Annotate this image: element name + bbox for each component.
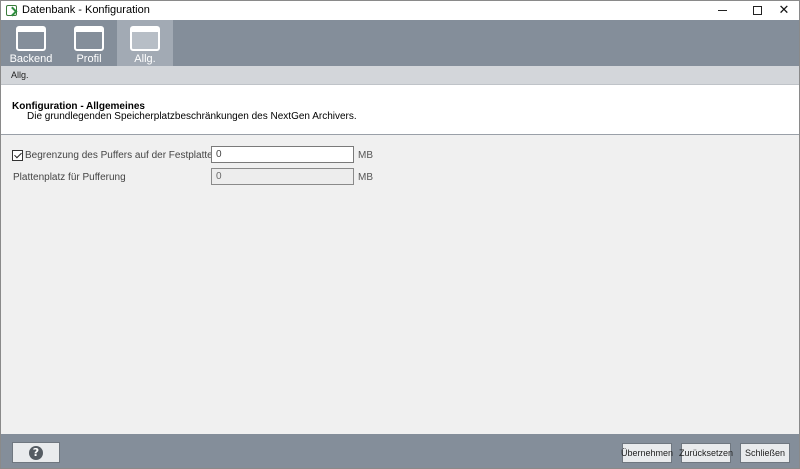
minimize-button[interactable]: [707, 1, 737, 20]
navigation-toolbar: Backend Profil Allg.: [1, 20, 799, 66]
title-bar: Datenbank - Konfiguration ✕: [1, 1, 799, 20]
buffer-limit-input[interactable]: [211, 146, 354, 163]
buffer-limit-label[interactable]: Begrenzung des Puffers auf der Festplatt…: [25, 150, 216, 161]
maximize-icon: [752, 6, 762, 15]
tab-label: Allg.: [134, 53, 156, 65]
section-header: Konfiguration - Allgemeines Die grundleg…: [1, 85, 799, 135]
window-title: Datenbank - Konfiguration: [22, 4, 150, 16]
buffer-limit-unit: MB: [358, 150, 373, 161]
buffer-space-unit: MB: [358, 172, 373, 183]
settings-panel: Begrenzung des Puffers auf der Festplatt…: [1, 136, 799, 433]
reset-button[interactable]: Zurücksetzen: [679, 443, 733, 463]
app-icon: [6, 5, 17, 16]
page-subtitle: Die grundlegenden Speicherplatzbeschränk…: [27, 111, 357, 122]
breadcrumb: Allg.: [1, 66, 799, 85]
window-icon: [130, 26, 160, 51]
config-window: Datenbank - Konfiguration ✕ Backend Prof…: [0, 0, 800, 469]
close-button[interactable]: Schließen: [740, 443, 790, 463]
help-button[interactable]: ?: [12, 442, 60, 463]
maximize-button[interactable]: [742, 1, 772, 20]
minimize-icon: [717, 10, 727, 11]
tab-label: Profil: [76, 53, 102, 65]
close-window-button[interactable]: ✕: [769, 1, 799, 20]
window-icon: [16, 26, 46, 51]
tab-label: Backend: [9, 53, 53, 65]
window-icon: [74, 26, 104, 51]
buffer-space-row: Plattenplatz für Pufferung MB: [1, 168, 799, 188]
breadcrumb-item[interactable]: Allg.: [11, 70, 29, 80]
buffer-limit-checkbox[interactable]: [12, 150, 23, 161]
footer-bar: ? Übernehmen Zurücksetzen Schließen: [1, 434, 799, 468]
apply-button[interactable]: Übernehmen: [621, 443, 673, 463]
tab-profil[interactable]: Profil: [61, 20, 117, 66]
buffer-limit-row: Begrenzung des Puffers auf der Festplatt…: [1, 146, 799, 166]
tab-allgemein[interactable]: Allg.: [117, 20, 173, 66]
buffer-space-label: Plattenplatz für Pufferung: [13, 172, 126, 183]
close-icon: ✕: [778, 3, 790, 18]
buffer-space-input: [211, 168, 354, 185]
help-icon: ?: [29, 445, 43, 460]
tab-backend[interactable]: Backend: [3, 20, 59, 66]
